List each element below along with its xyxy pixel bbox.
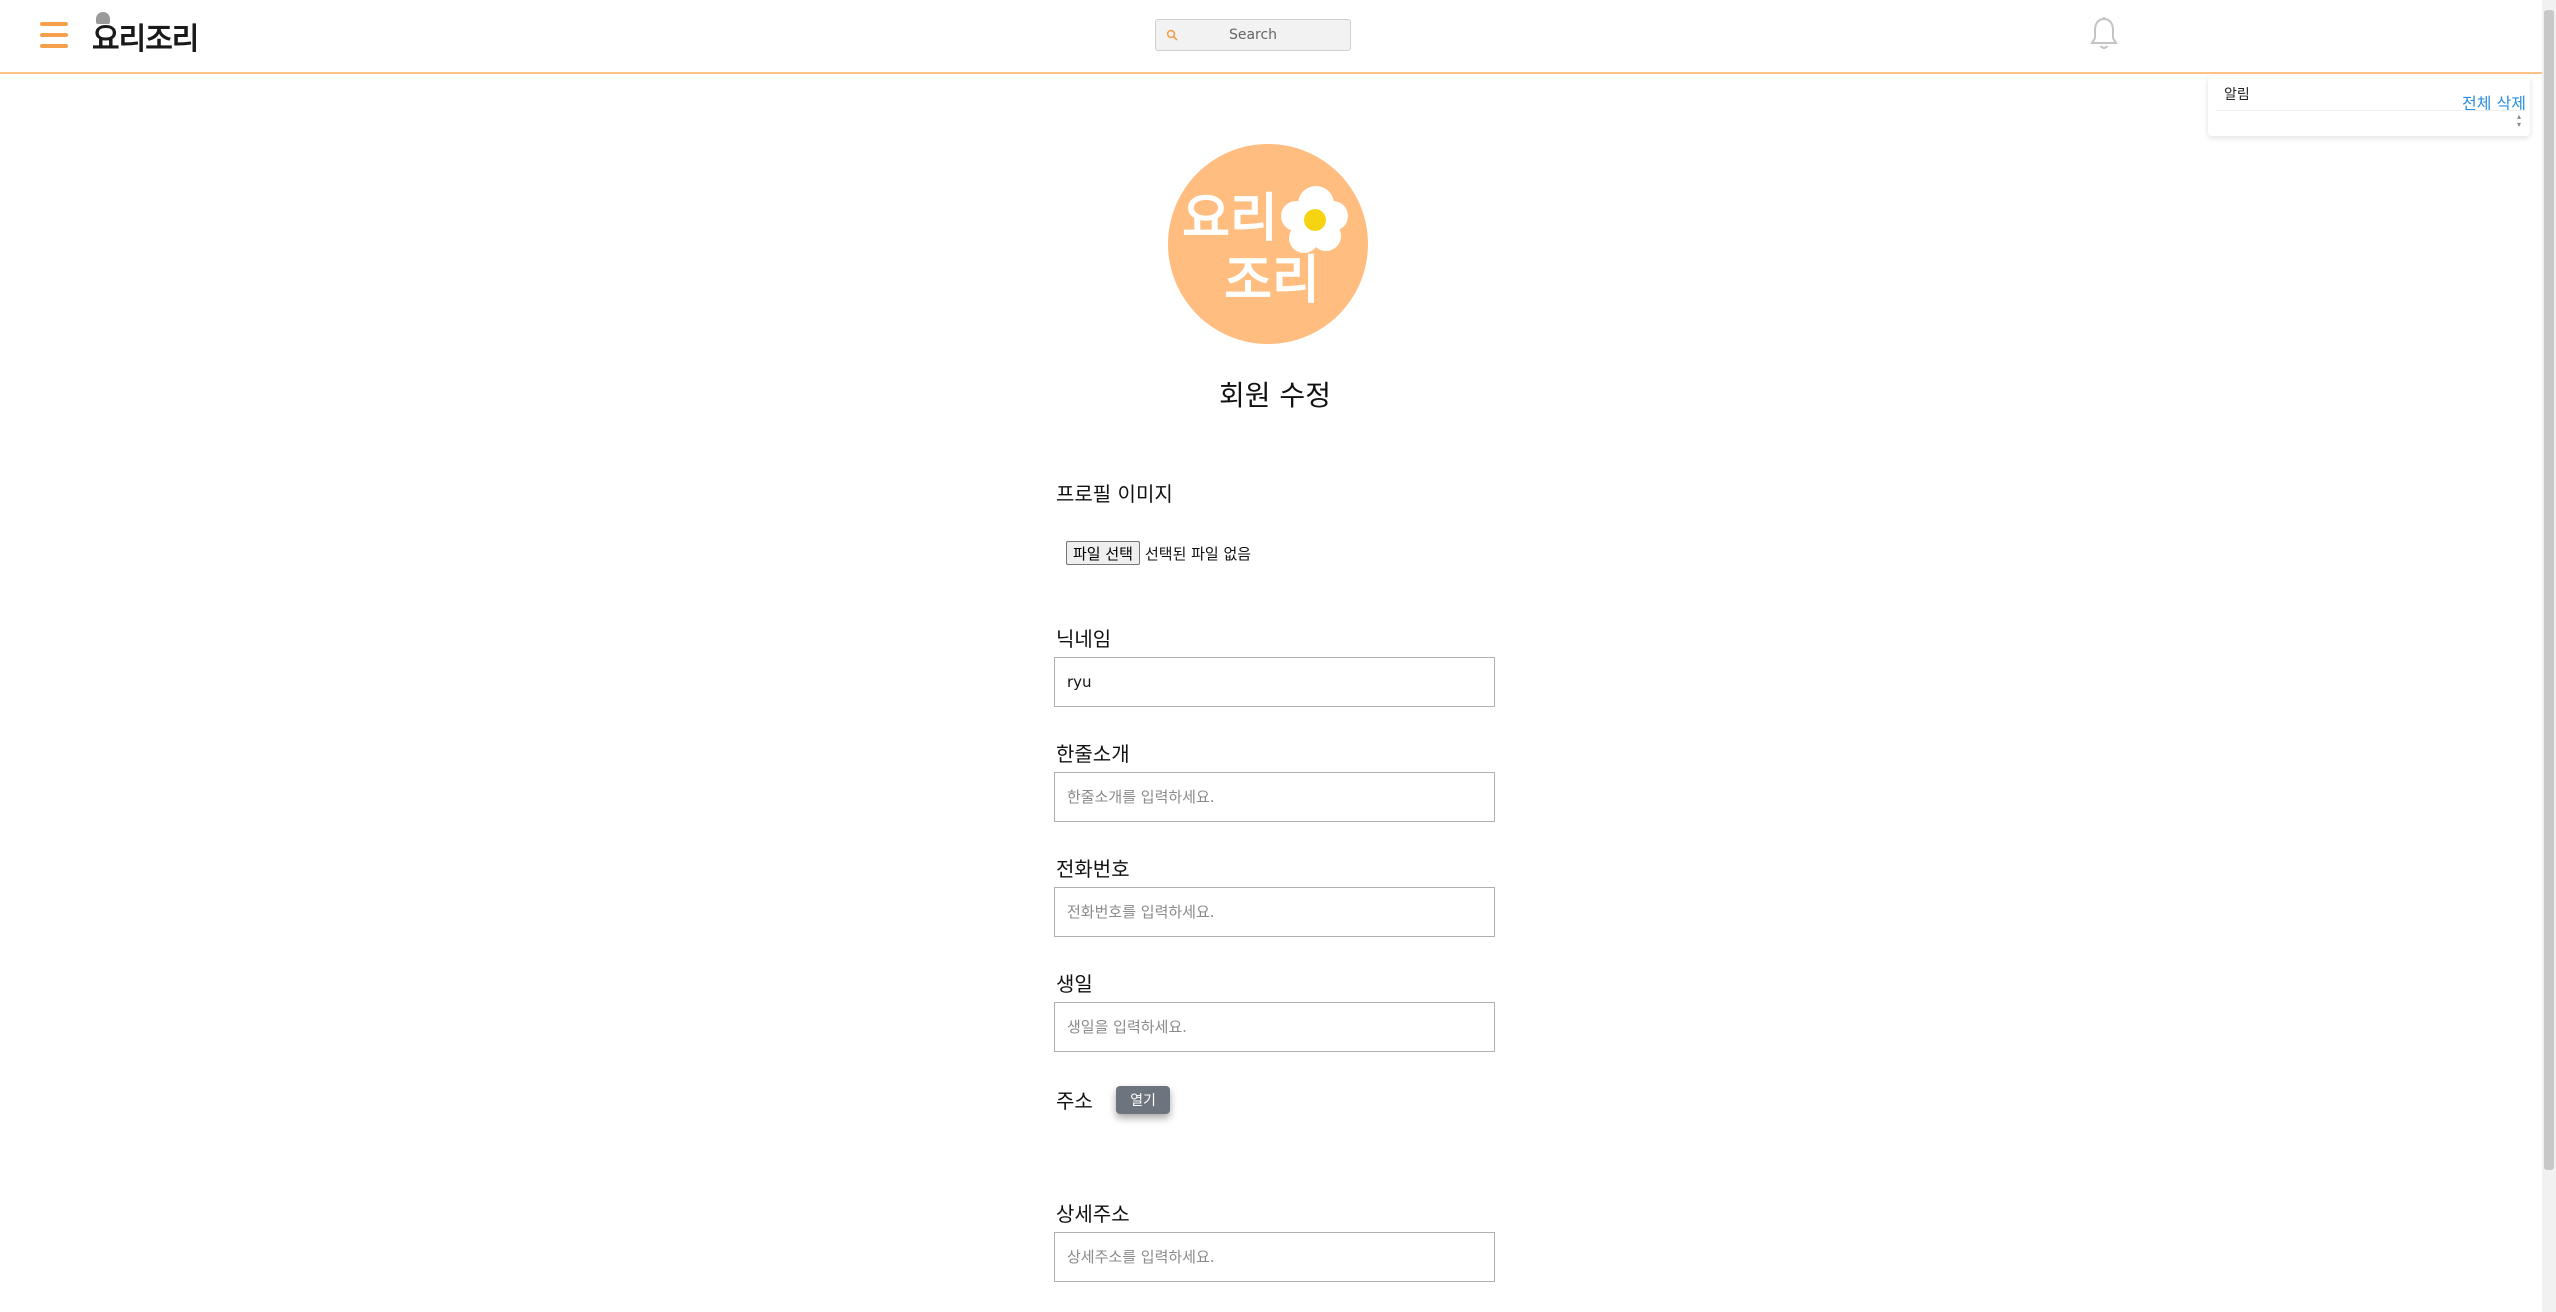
hamburger-menu-icon[interactable] (40, 22, 68, 48)
profile-avatar: 요리 조리 (1168, 144, 1368, 344)
address-label: 주소 (1056, 1089, 1093, 1113)
birthday-label: 생일 (1056, 972, 1093, 996)
bell-icon[interactable] (2088, 16, 2120, 52)
birthday-input[interactable] (1054, 1002, 1495, 1052)
profile-image-file-input[interactable]: 파일 선택 선택된 파일 없음 (1066, 541, 1251, 565)
file-status-text: 선택된 파일 없음 (1144, 544, 1252, 563)
nickname-input[interactable] (1054, 657, 1495, 707)
address-open-button[interactable]: 열기 (1116, 1086, 1170, 1114)
search-icon (1166, 29, 1178, 41)
notification-panel: 알림 전체 삭제 ▴ ▾ (2208, 76, 2530, 136)
notification-scroll-arrows-icon[interactable]: ▴ ▾ (2514, 113, 2524, 129)
avatar-text-line1: 요리 (1182, 189, 1278, 249)
nickname-label: 닉네임 (1056, 627, 1112, 651)
page-title: 회원 수정 (1219, 379, 1331, 412)
detail-address-label: 상세주소 (1056, 1202, 1130, 1226)
search-input[interactable] (1156, 20, 1350, 50)
phone-input[interactable] (1054, 887, 1495, 937)
phone-label: 전화번호 (1056, 857, 1130, 881)
logo[interactable]: 요리조리 (92, 12, 199, 60)
avatar-text-line2: 조리 (1224, 251, 1320, 311)
top-header: 요리조리 (0, 0, 2542, 74)
choose-file-button[interactable]: 파일 선택 (1066, 541, 1140, 565)
notification-title: 알림 (2224, 87, 2250, 103)
detail-address-input[interactable] (1054, 1232, 1495, 1282)
profile-image-label: 프로필 이미지 (1056, 482, 1173, 506)
search-box[interactable] (1155, 19, 1351, 51)
avatar-logo-image: 요리 조리 (1182, 186, 1348, 311)
page-scrollbar-thumb[interactable] (2544, 10, 2554, 1170)
logo-text: 요리조리 (92, 22, 199, 57)
page-scrollbar[interactable] (2542, 0, 2556, 1312)
intro-label: 한줄소개 (1056, 742, 1130, 766)
notification-list[interactable]: ▴ ▾ (2216, 110, 2526, 129)
intro-input[interactable] (1054, 772, 1495, 822)
chef-hat-icon (96, 12, 110, 24)
